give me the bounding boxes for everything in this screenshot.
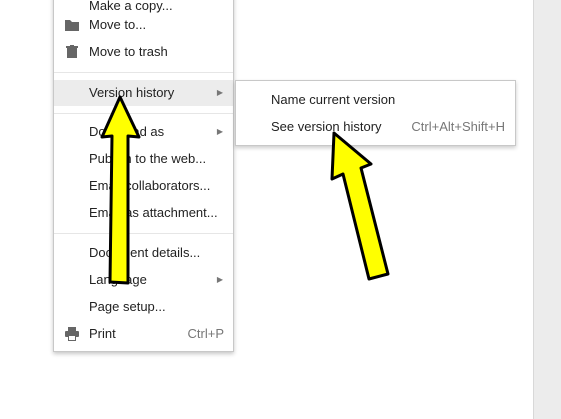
print-shortcut: Ctrl+P: [187, 326, 224, 341]
menu-item-label: Move to...: [89, 17, 147, 32]
menu-item-label: Language: [89, 272, 147, 287]
menu-item-page-setup[interactable]: Page setup...: [54, 294, 233, 320]
folder-icon: [65, 20, 79, 31]
menu-divider: [54, 72, 233, 73]
screen: Make a copy... Move to... Move to trash …: [0, 0, 561, 419]
submenu-arrow-icon: ▶: [216, 275, 223, 284]
menu-item-label: Email as attachment...: [89, 205, 218, 220]
menu-item-label: Version history: [89, 85, 175, 100]
menu-item-label: Email collaborators...: [89, 178, 211, 193]
menu-item-language[interactable]: Language ▶: [54, 267, 233, 293]
menu-item-label: Document details...: [89, 245, 201, 260]
menu-item-document-details[interactable]: Document details...: [54, 240, 233, 266]
menu-item-label: Print: [89, 326, 116, 341]
menu-item-label: Download as: [89, 124, 165, 139]
see-version-history-shortcut: Ctrl+Alt+Shift+H: [411, 119, 505, 134]
submenu-item-label: See version history: [271, 119, 382, 134]
menu-item-move-to-trash[interactable]: Move to trash: [54, 39, 233, 65]
menu-item-version-history[interactable]: Version history ▶: [54, 80, 233, 106]
menu-item-email-attachment[interactable]: Email as attachment...: [54, 200, 233, 226]
submenu-item-label: Name current version: [271, 92, 396, 107]
submenu-arrow-icon: ▶: [216, 127, 223, 136]
version-history-submenu: Name current version See version history…: [235, 80, 516, 146]
menu-item-move-to[interactable]: Move to...: [54, 12, 233, 38]
file-menu: Make a copy... Move to... Move to trash …: [53, 0, 234, 352]
submenu-arrow-icon: ▶: [216, 88, 223, 97]
menu-item-label: Publish to the web...: [89, 151, 207, 166]
menu-item-email-collaborators[interactable]: Email collaborators...: [54, 173, 233, 199]
menu-item-publish-to-web[interactable]: Publish to the web...: [54, 146, 233, 172]
menu-item-print[interactable]: Print Ctrl+P: [54, 321, 233, 347]
menu-item-label: Move to trash: [89, 44, 168, 59]
menu-item-download-as[interactable]: Download as ▶: [54, 119, 233, 145]
menu-divider: [54, 113, 233, 114]
menu-item-label: Page setup...: [89, 299, 166, 314]
printer-icon: [65, 327, 79, 341]
menu-divider: [54, 233, 233, 234]
trash-icon: [66, 45, 78, 58]
submenu-item-name-current-version[interactable]: Name current version: [236, 86, 515, 113]
submenu-item-see-version-history[interactable]: See version history Ctrl+Alt+Shift+H: [236, 113, 515, 140]
